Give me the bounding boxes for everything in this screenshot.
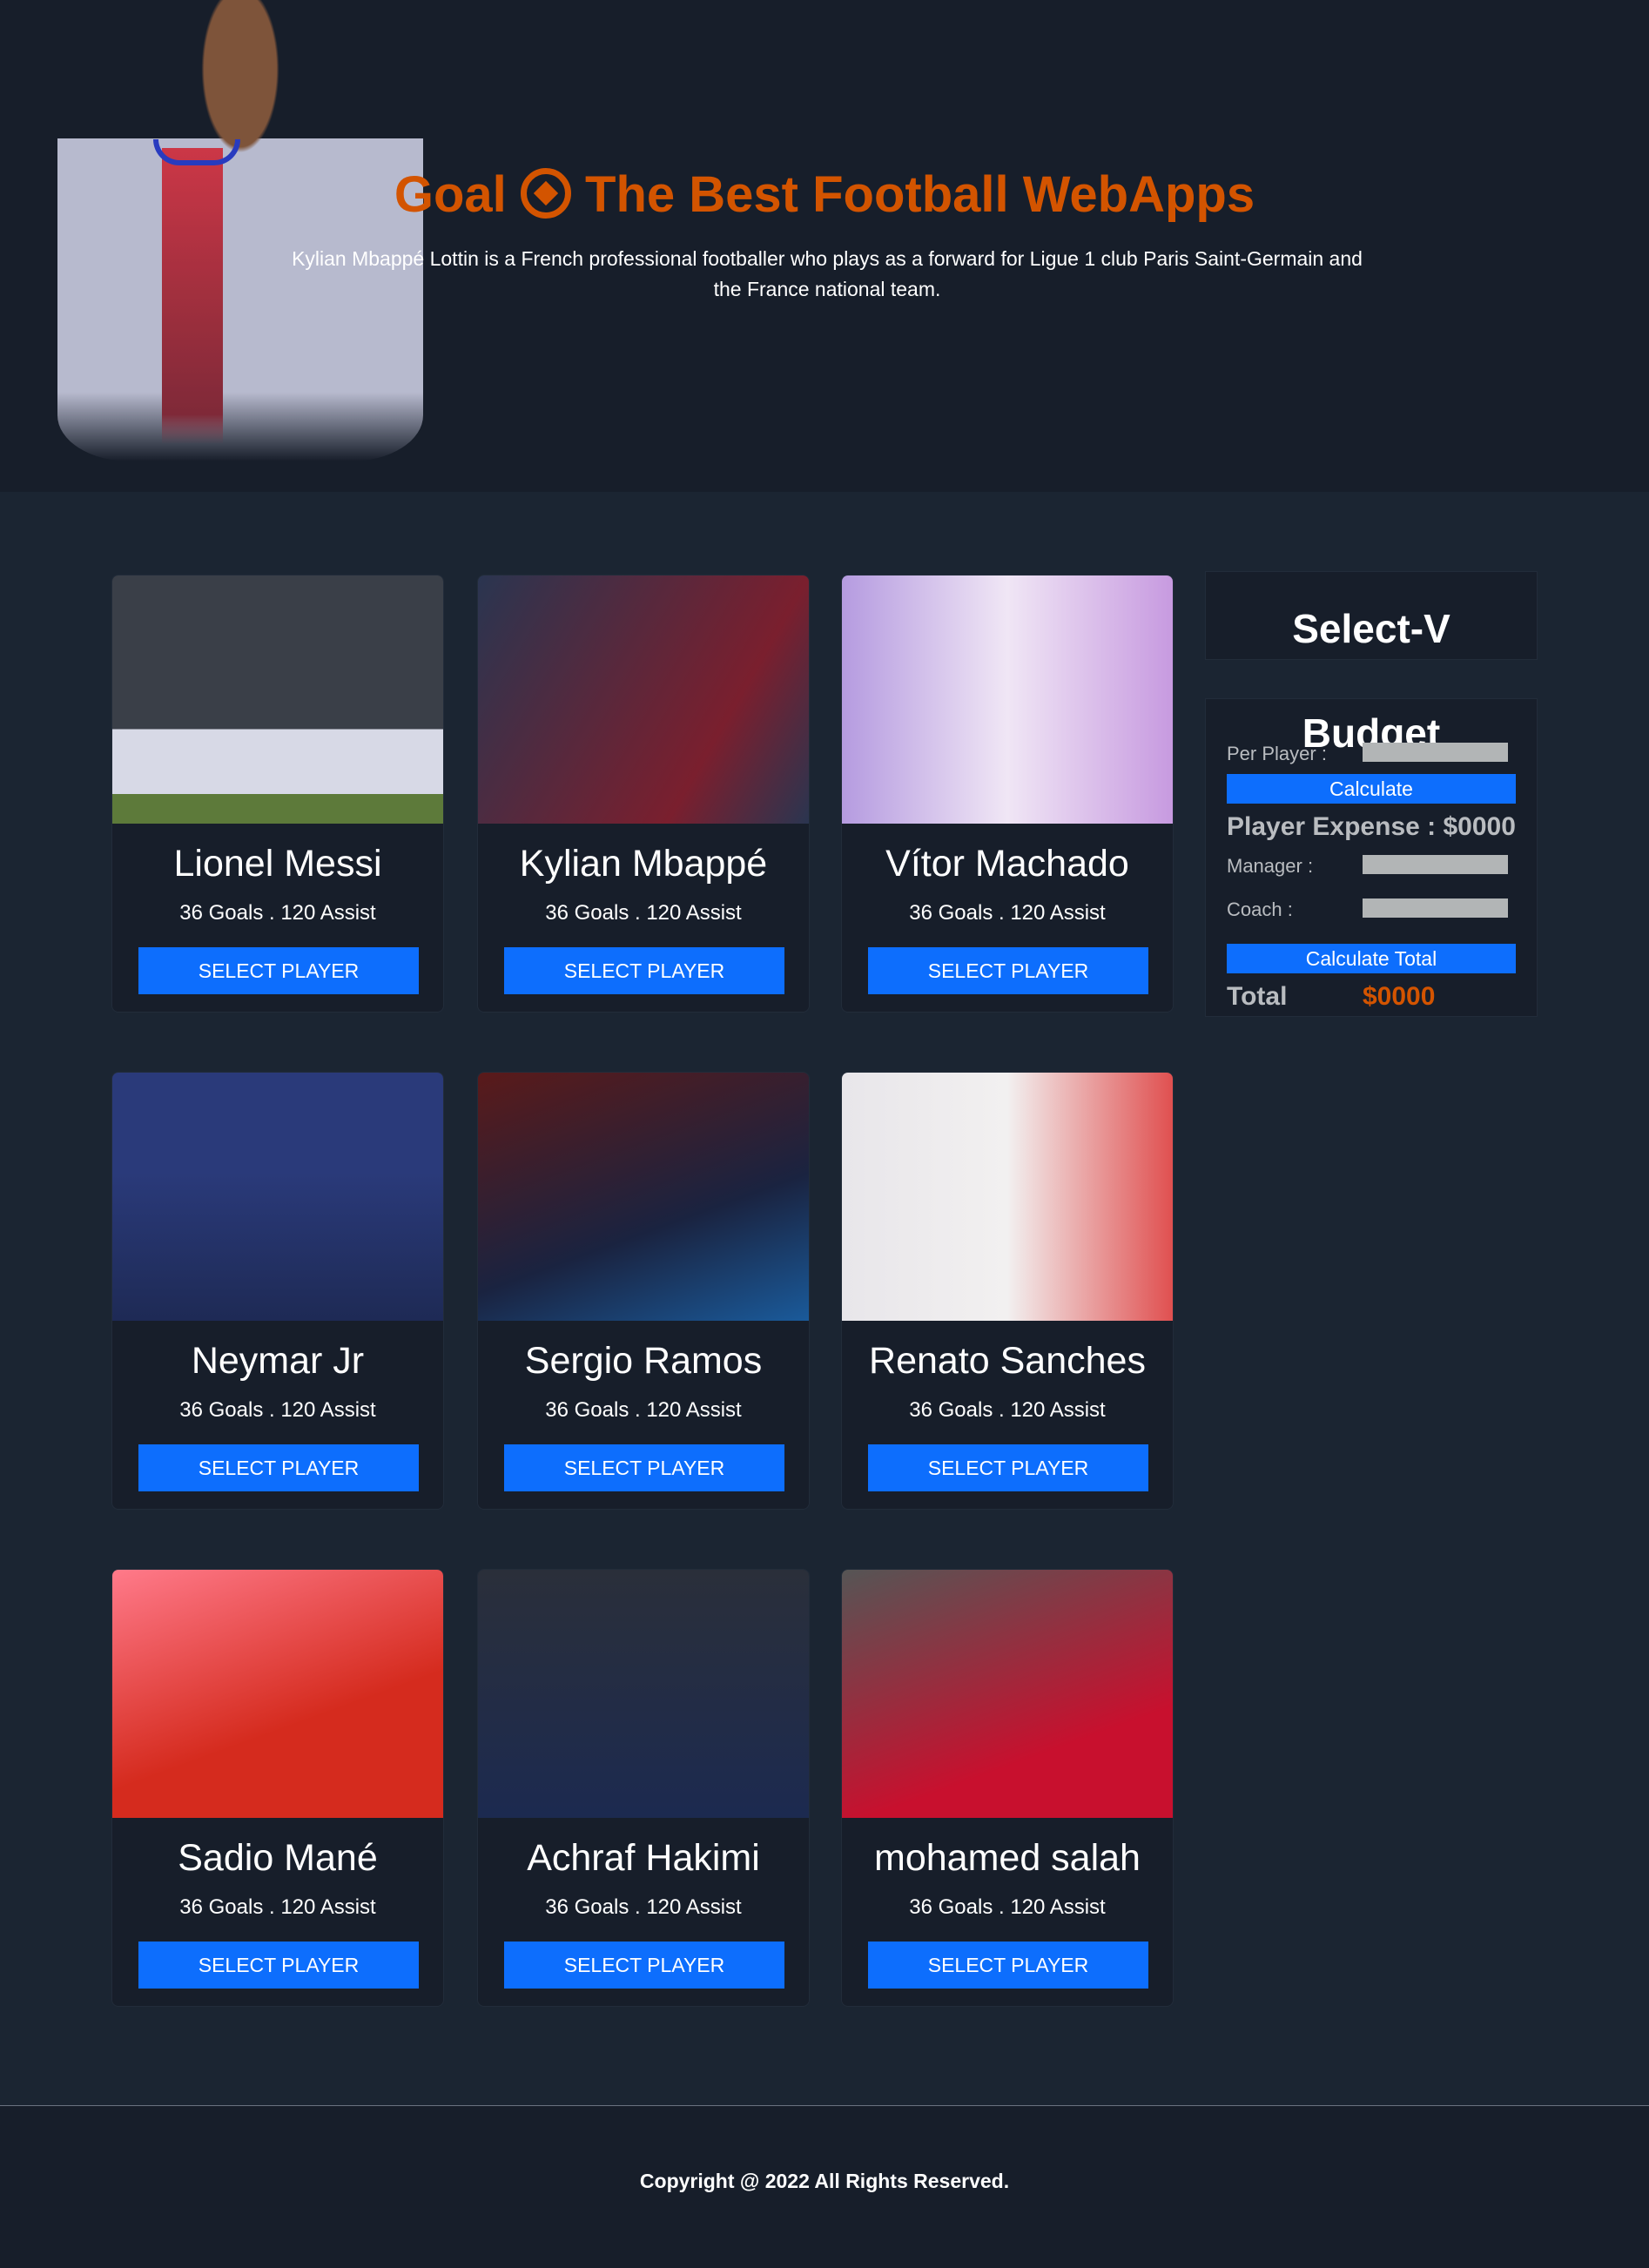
player-name: Achraf Hakimi <box>527 1837 760 1879</box>
select-player-button[interactable]: SELECT PLAYER <box>868 947 1148 994</box>
player-stats: 36 Goals . 120 Assist <box>179 1398 376 1422</box>
player-stats: 36 Goals . 120 Assist <box>909 1895 1106 1919</box>
coach-label: Coach : <box>1227 898 1293 920</box>
player-photo <box>842 1073 1173 1321</box>
per-player-input[interactable] <box>1363 743 1508 762</box>
player-stats: 36 Goals . 120 Assist <box>179 1895 376 1919</box>
player-name: Kylian Mbappé <box>519 843 768 885</box>
select-player-button[interactable]: SELECT PLAYER <box>504 1942 784 1989</box>
select-player-button[interactable]: SELECT PLAYER <box>868 1942 1148 1989</box>
player-photo <box>112 1570 443 1818</box>
player-photo <box>478 1570 809 1818</box>
player-card: Renato Sanches 36 Goals . 120 Assist SEL… <box>841 1072 1174 1510</box>
calculate-total-button[interactable]: Calculate Total <box>1227 944 1516 973</box>
select-player-button[interactable]: SELECT PLAYER <box>504 947 784 994</box>
player-card: Achraf Hakimi 36 Goals . 120 Assist SELE… <box>477 1569 810 2007</box>
budget-panel: Budget Per Player : Calculate Player Exp… <box>1205 698 1538 1017</box>
manager-label: Manager : <box>1227 855 1314 877</box>
page-title: Goal The Best Football WebApps <box>394 166 1255 223</box>
player-name: Vítor Machado <box>885 843 1129 885</box>
player-expense: Player Expense : $0000 <box>1227 812 1516 841</box>
player-card: Sadio Mané 36 Goals . 120 Assist SELECT … <box>111 1569 444 2007</box>
player-photo <box>478 1073 809 1321</box>
player-name: Sergio Ramos <box>524 1340 763 1382</box>
football-icon <box>520 168 571 219</box>
player-name: Sadio Mané <box>178 1837 378 1879</box>
player-stats: 36 Goals . 120 Assist <box>909 901 1106 925</box>
player-card: mohamed salah 36 Goals . 120 Assist SELE… <box>841 1569 1174 2007</box>
select-player-button[interactable]: SELECT PLAYER <box>138 1942 419 1989</box>
player-stats: 36 Goals . 120 Assist <box>545 901 742 925</box>
player-photo <box>112 1073 443 1321</box>
hero-header: Goal The Best Football WebApps Kylian Mb… <box>0 0 1649 492</box>
player-card: Neymar Jr 36 Goals . 120 Assist SELECT P… <box>111 1072 444 1510</box>
player-stats: 36 Goals . 120 Assist <box>545 1398 742 1422</box>
select-player-button[interactable]: SELECT PLAYER <box>138 947 419 994</box>
player-photo <box>112 575 443 824</box>
hero-description: Kylian Mbappé Lottin is a French profess… <box>292 247 1363 300</box>
player-stats: 36 Goals . 120 Assist <box>909 1398 1106 1422</box>
player-photo <box>478 575 809 824</box>
hero-player-image <box>57 0 423 461</box>
calculate-button[interactable]: Calculate <box>1227 774 1516 804</box>
player-card: Sergio Ramos 36 Goals . 120 Assist SELEC… <box>477 1072 810 1510</box>
player-card: Lionel Messi 36 Goals . 120 Assist SELEC… <box>111 575 444 1013</box>
selected-players-panel: Select-V <box>1205 571 1538 660</box>
player-card: Vítor Machado 36 Goals . 120 Assist SELE… <box>841 575 1174 1013</box>
per-player-label: Per Player : <box>1227 743 1327 764</box>
player-card: Kylian Mbappé 36 Goals . 120 Assist SELE… <box>477 575 810 1013</box>
manager-input[interactable] <box>1363 855 1508 874</box>
select-player-button[interactable]: SELECT PLAYER <box>504 1444 784 1491</box>
total-value: $0000 <box>1363 982 1436 1011</box>
select-player-button[interactable]: SELECT PLAYER <box>138 1444 419 1491</box>
player-photo <box>842 575 1173 824</box>
total-label: Total <box>1227 982 1288 1011</box>
player-name: mohamed salah <box>874 1837 1141 1879</box>
select-player-button[interactable]: SELECT PLAYER <box>868 1444 1148 1491</box>
player-stats: 36 Goals . 120 Assist <box>545 1895 742 1919</box>
selected-title: Select-V <box>1292 606 1450 651</box>
player-name: Neymar Jr <box>191 1340 365 1382</box>
player-name: Lionel Messi <box>173 843 382 885</box>
player-name: Renato Sanches <box>869 1340 1146 1382</box>
coach-input[interactable] <box>1363 898 1508 918</box>
player-stats: 36 Goals . 120 Assist <box>179 901 376 925</box>
player-photo <box>842 1570 1173 1818</box>
footer: Copyright @ 2022 All Rights Reserved. <box>0 2106 1649 2268</box>
copyright-text: Copyright @ 2022 All Rights Reserved. <box>639 2170 1010 2192</box>
